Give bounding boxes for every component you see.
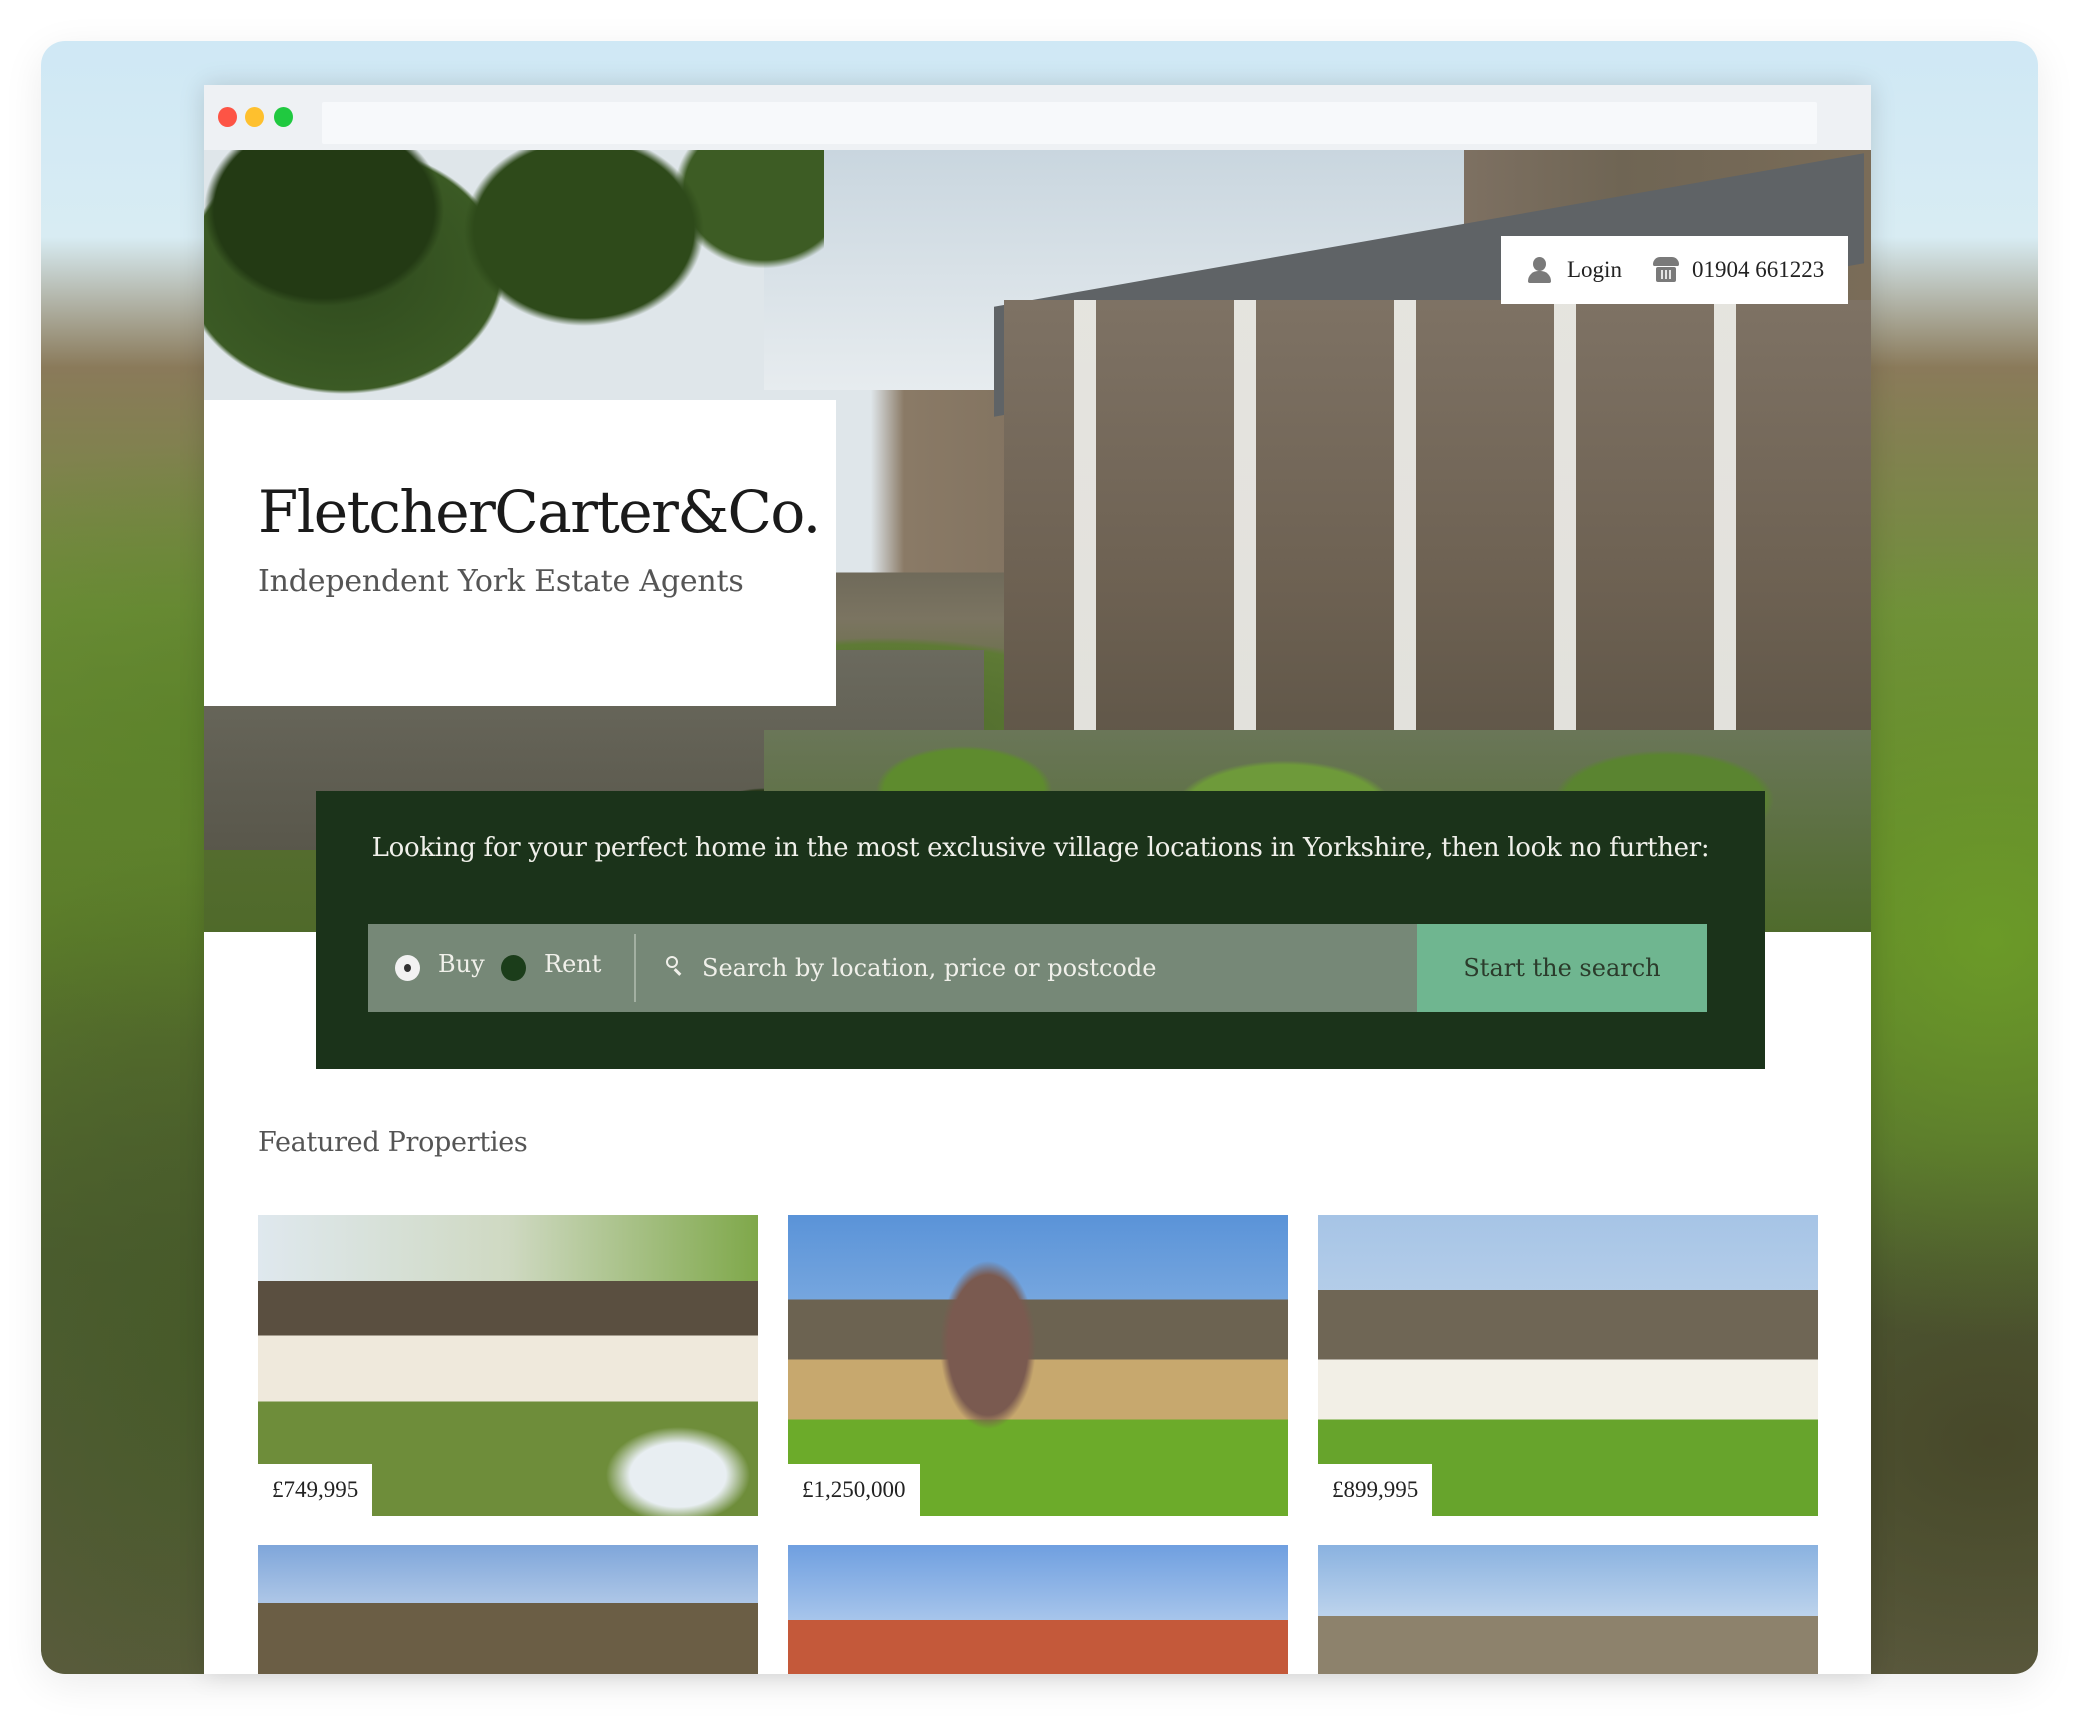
property-card[interactable]: £1,250,000	[788, 1215, 1288, 1516]
browser-toolbar	[204, 85, 1871, 150]
brand-tagline: Independent York Estate Agents	[258, 564, 744, 599]
close-window-button[interactable]	[218, 107, 237, 127]
brand-name[interactable]: FletcherCarter&Co.	[258, 478, 821, 546]
logo-box: FletcherCarter&Co. Independent York Esta…	[204, 400, 836, 706]
browser-window: Login 01904 661223 FletcherCarter&Co. In…	[204, 85, 1871, 1674]
hero-buildings	[1004, 300, 1871, 780]
search-icon	[666, 956, 684, 976]
property-card[interactable]	[788, 1545, 1288, 1674]
buy-radio[interactable]	[395, 955, 420, 981]
property-card[interactable]: £749,995	[258, 1215, 758, 1516]
search-panel: Looking for your perfect home in the mos…	[316, 791, 1765, 1069]
start-search-button[interactable]: Start the search	[1417, 924, 1707, 1012]
hero-trees	[204, 150, 824, 350]
address-bar[interactable]	[322, 102, 1817, 144]
search-intro: Looking for your perfect home in the mos…	[371, 833, 1710, 863]
telephone-icon	[1652, 255, 1680, 285]
minimize-window-button[interactable]	[245, 107, 264, 127]
property-price: £1,250,000	[788, 1464, 920, 1516]
search-divider	[634, 934, 636, 1002]
rent-radio-label[interactable]: Rent	[544, 950, 601, 978]
property-card[interactable]: £899,995	[1318, 1215, 1818, 1516]
header-contact-box: Login 01904 661223	[1501, 236, 1848, 304]
user-icon	[1525, 255, 1553, 285]
search-bar: Buy Rent	[368, 924, 1417, 1012]
property-price: £899,995	[1318, 1464, 1433, 1516]
maximize-window-button[interactable]	[274, 107, 293, 127]
buy-radio-label[interactable]: Buy	[438, 950, 485, 978]
login-link[interactable]: Login	[1567, 257, 1622, 283]
phone-number-link[interactable]: 01904 661223	[1692, 257, 1824, 283]
property-price: £749,995	[258, 1464, 373, 1516]
property-card[interactable]	[258, 1545, 758, 1674]
property-card[interactable]	[1318, 1545, 1818, 1674]
rent-radio[interactable]	[501, 955, 526, 981]
featured-properties-heading: Featured Properties	[258, 1127, 528, 1158]
search-input[interactable]	[702, 944, 1402, 992]
